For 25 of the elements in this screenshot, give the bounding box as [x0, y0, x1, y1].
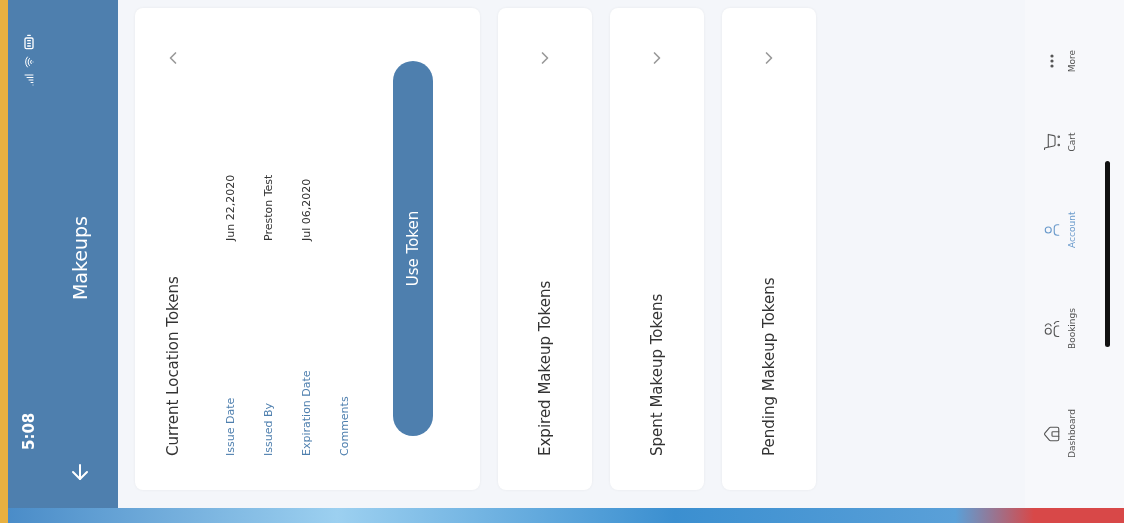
- use-token-button[interactable]: Use Token: [393, 61, 433, 436]
- field-value: Jun 22,2020: [223, 173, 237, 241]
- field-label: Comments: [337, 395, 351, 456]
- field-value: Preston Test: [261, 173, 275, 241]
- tab-item[interactable]: Dashboard: [1043, 409, 1077, 458]
- section-title[interactable]: Expired Makeup Tokens: [536, 280, 554, 456]
- section-title[interactable]: Spent Makeup Tokens: [648, 293, 666, 456]
- more-icon: [1050, 54, 1054, 69]
- tab-item[interactable]: Bookings: [1043, 308, 1077, 350]
- cart-icon: [1043, 132, 1061, 151]
- field-label: Expiration Date: [299, 369, 313, 456]
- field-label: Issue Date: [223, 396, 237, 456]
- status-time: 5:08: [20, 412, 38, 450]
- signal-icon: [23, 74, 35, 86]
- field-value: Jul 06,2020: [299, 177, 313, 241]
- people-icon: [1043, 319, 1061, 338]
- tab-item[interactable]: Cart: [1043, 132, 1077, 152]
- field-label: Issued By: [261, 402, 275, 456]
- section-title[interactable]: Pending Makeup Tokens: [760, 277, 778, 456]
- screen-title: Makeups: [69, 214, 91, 303]
- wifi-icon: [23, 56, 35, 68]
- tab-item[interactable]: More: [1043, 50, 1077, 73]
- section-title[interactable]: Current Location Tokens: [164, 276, 182, 456]
- battery-icon: [21, 34, 37, 50]
- house-icon: [1043, 424, 1061, 443]
